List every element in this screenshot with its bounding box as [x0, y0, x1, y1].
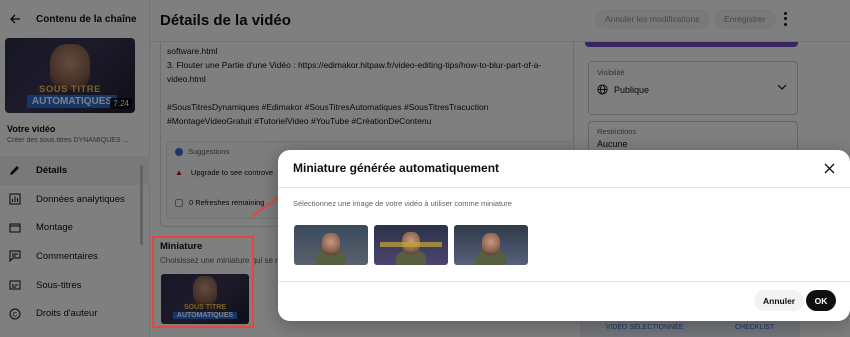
- caption-bar: [380, 242, 442, 247]
- dialog-divider: [278, 187, 850, 188]
- ok-button[interactable]: OK: [806, 290, 836, 311]
- miniature-highlight-box: [152, 236, 254, 328]
- thumbnail-option-1[interactable]: [294, 225, 368, 265]
- dialog-instruction: Sélectionnez une image de votre vidéo à …: [293, 199, 512, 208]
- auto-thumbnail-dialog: Miniature générée automatiquement Sélect…: [278, 150, 850, 321]
- close-icon[interactable]: [822, 161, 836, 175]
- presenter-face: [322, 233, 340, 255]
- thumbnail-option-3[interactable]: [454, 225, 528, 265]
- cancel-button[interactable]: Annuler: [754, 290, 805, 311]
- dialog-title: Miniature générée automatiquement: [293, 161, 500, 175]
- thumbnail-options: [294, 225, 528, 265]
- dialog-divider: [278, 281, 850, 282]
- presenter-face: [482, 233, 500, 255]
- thumbnail-option-2[interactable]: [374, 225, 448, 265]
